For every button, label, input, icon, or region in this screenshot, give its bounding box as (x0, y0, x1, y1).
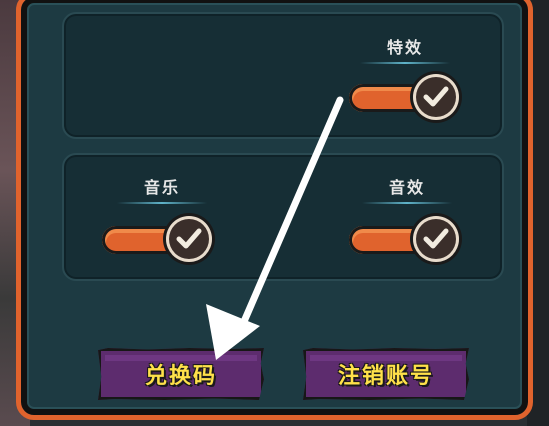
music-label: 音乐 (117, 174, 207, 204)
effects-label-text: 特效 (386, 38, 423, 57)
effects-toggle-knob (413, 74, 459, 120)
sound-label-underline (362, 202, 452, 204)
redeem-code-button[interactable]: 兑换码 (98, 348, 264, 400)
delete-account-button[interactable]: 注销账号 (303, 348, 469, 400)
music-label-text: 音乐 (143, 178, 180, 197)
sound-label-text: 音效 (388, 178, 425, 197)
music-toggle[interactable] (102, 216, 212, 262)
checkmark-icon (176, 228, 202, 249)
music-label-underline (117, 202, 207, 204)
delete-account-label: 注销账号 (337, 364, 434, 389)
sound-label: 音效 (362, 174, 452, 204)
effects-label: 特效 (360, 34, 450, 64)
checkmark-icon (423, 86, 449, 107)
effects-label-underline (360, 62, 450, 64)
checkmark-icon (423, 228, 449, 249)
sound-toggle[interactable] (349, 216, 459, 262)
effects-toggle[interactable] (349, 74, 459, 120)
music-toggle-knob (166, 216, 212, 262)
sound-toggle-knob (413, 216, 459, 262)
redeem-code-label: 兑换码 (144, 364, 217, 389)
